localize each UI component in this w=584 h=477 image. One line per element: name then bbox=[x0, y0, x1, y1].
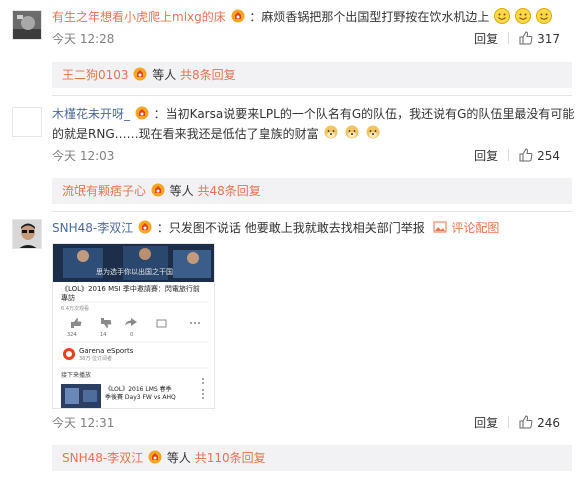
comment-image-link[interactable]: 评论配图 bbox=[451, 221, 499, 235]
divider bbox=[508, 32, 510, 44]
comment-actions: 回复 246 bbox=[474, 413, 560, 433]
thumbs-up-icon bbox=[519, 148, 533, 162]
vip-badge-icon bbox=[148, 450, 162, 464]
channel-name: Garena eSports bbox=[79, 347, 134, 355]
like-button[interactable]: 246 bbox=[519, 415, 560, 430]
like-button[interactable]: 254 bbox=[519, 148, 560, 163]
smile-emoji-icon bbox=[535, 8, 552, 24]
channel-subscribers: 38万 位订阅者 bbox=[79, 356, 112, 362]
video-title-line2: 專訪 bbox=[61, 294, 75, 302]
vip-badge-icon bbox=[138, 220, 152, 234]
reply-summary[interactable]: 流氓有颗痞子心 等人 共48条回复 bbox=[52, 178, 572, 204]
reply-summary-etc: 等人 bbox=[169, 184, 194, 198]
like-count: 246 bbox=[537, 416, 560, 430]
up-next-label: 接下来播放 bbox=[61, 372, 92, 379]
video-views: 6.4万次观看 bbox=[61, 306, 89, 312]
comment-username[interactable]: SNH48-李双江 bbox=[52, 221, 133, 235]
comment-text: ：当初Karsa说要来LPL的一个队名有G的队伍，我还说有G的队伍里最没有可能 bbox=[153, 107, 575, 121]
doge-emoji-icon bbox=[324, 125, 338, 139]
thumbs-up-icon bbox=[519, 415, 533, 429]
reply-summary-more[interactable]: 共48条回复 bbox=[198, 184, 261, 198]
video-share-count: 0 bbox=[130, 332, 134, 338]
like-count: 254 bbox=[537, 149, 560, 163]
comment-meta: 今天 12:03 回复 254 bbox=[52, 146, 572, 166]
reply-button[interactable]: 回复 bbox=[474, 149, 498, 163]
comment-username[interactable]: 有生之年想看小虎爬上mlxg的床 bbox=[52, 10, 226, 24]
vip-badge-icon bbox=[133, 67, 147, 81]
smile-emoji-icon bbox=[494, 8, 511, 24]
comment-time: 今天 12:28 bbox=[52, 32, 115, 46]
comment-line: SNH48-李双江 ：只发图不说话 他要敢上我就敢去找相关部门举报 评论配图 bbox=[52, 218, 572, 238]
divider bbox=[508, 416, 510, 428]
reply-summary[interactable]: 王二狗0103 等人 共8条回复 bbox=[52, 62, 572, 88]
comment-time: 今天 12:31 bbox=[52, 416, 115, 430]
video-like-count: 324 bbox=[67, 332, 77, 338]
reply-button[interactable]: 回复 bbox=[474, 416, 498, 430]
reply-summary-user[interactable]: SNH48-李双江 bbox=[62, 451, 143, 465]
video-caption: 思为选手你以出国之干国 bbox=[96, 268, 173, 276]
comment-divider bbox=[52, 95, 572, 96]
comment-meta: 今天 12:28 回复 317 bbox=[52, 29, 572, 49]
reply-button[interactable]: 回复 bbox=[474, 32, 498, 46]
comment-image[interactable]: 思为选手你以出国之干国 《LOL》2016 MSI 季中邀請賽：閃電旅行前 專訪… bbox=[52, 243, 215, 409]
comment-text: ：麻烦香锅把那个出国型打野按在饮水机边上 bbox=[249, 10, 490, 24]
video-dislike-count: 14 bbox=[100, 332, 107, 338]
comment-actions: 回复 254 bbox=[474, 146, 560, 166]
comment-line: 木槿花未开呀_ ：当初Karsa说要来LPL的一个队名有G的队伍，我还说有G的队… bbox=[52, 104, 575, 124]
avatar[interactable] bbox=[12, 107, 42, 137]
smile-emoji-icon bbox=[515, 8, 532, 24]
reply-summary-etc: 等人 bbox=[152, 68, 177, 82]
reply-summary-etc: 等人 bbox=[166, 451, 191, 465]
reply-summary-user[interactable]: 王二狗0103 bbox=[62, 68, 129, 82]
like-button[interactable]: 317 bbox=[519, 31, 560, 46]
reply-summary-more[interactable]: 共110条回复 bbox=[195, 451, 266, 465]
next-video-title-line2: 季後賽 Day3 FW vs AHQ bbox=[105, 394, 176, 401]
reply-summary-user[interactable]: 流氓有颗痞子心 bbox=[62, 184, 146, 198]
next-video-title: 《LOL》2016 LMS 春季 bbox=[105, 386, 172, 393]
comment-line: 有生之年想看小虎爬上mlxg的床 ：麻烦香锅把那个出国型打野按在饮水机边上 bbox=[52, 7, 572, 27]
reply-summary[interactable]: SNH48-李双江 等人 共110条回复 bbox=[52, 445, 572, 471]
comment-actions: 回复 317 bbox=[474, 29, 560, 49]
vip-badge-icon bbox=[135, 106, 149, 120]
like-count: 317 bbox=[537, 32, 560, 46]
comment-divider bbox=[52, 211, 572, 212]
reply-summary-more[interactable]: 共8条回复 bbox=[180, 68, 236, 82]
doge-emoji-icon bbox=[345, 125, 359, 139]
image-icon bbox=[433, 221, 447, 233]
thumbs-up-icon bbox=[519, 31, 533, 45]
video-title: 《LOL》2016 MSI 季中邀請賽：閃電旅行前 bbox=[61, 285, 200, 293]
comment-text: ：只发图不说话 他要敢上我就敢去找相关部门举报 bbox=[156, 221, 425, 235]
comment-text-continued: 的就是RNG……现在看来我还是低估了皇族的财富 bbox=[52, 127, 319, 141]
vip-badge-icon bbox=[231, 9, 245, 23]
comment-username[interactable]: 木槿花未开呀_ bbox=[52, 107, 130, 121]
divider bbox=[508, 149, 510, 161]
comment-meta: 今天 12:31 回复 246 bbox=[52, 413, 572, 433]
avatar[interactable] bbox=[12, 10, 42, 40]
avatar[interactable] bbox=[12, 219, 42, 249]
doge-emoji-icon bbox=[366, 125, 380, 139]
comment-line: 的就是RNG……现在看来我还是低估了皇族的财富 bbox=[52, 124, 572, 144]
comment-time: 今天 12:03 bbox=[52, 149, 115, 163]
vip-badge-icon bbox=[151, 183, 165, 197]
